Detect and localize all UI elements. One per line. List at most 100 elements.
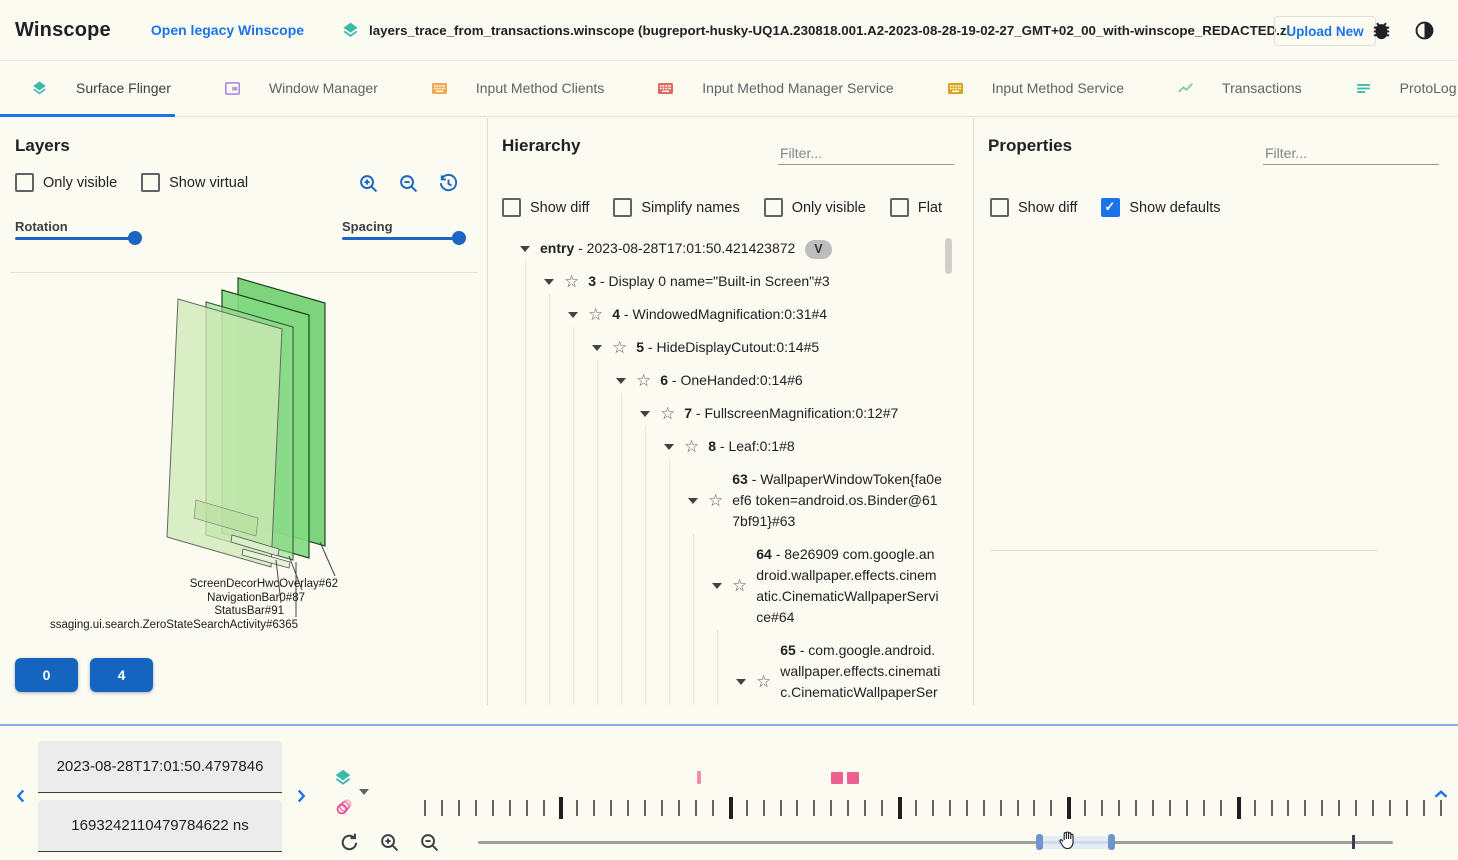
tree-node-63[interactable]: ☆63 - WallpaperWindowToken{fa0eef6 token… [487, 463, 942, 538]
timeline-entry-tick[interactable] [526, 800, 528, 816]
zoom-slider-handle-left[interactable] [1036, 834, 1043, 850]
tab-input-method-manager-service[interactable]: Input Method Manager Service [656, 79, 893, 98]
tree-node-4[interactable]: ☆4 - WindowedMagnification:0:31#4 [487, 298, 942, 331]
timeline-entry-tick[interactable] [1118, 800, 1120, 816]
upload-new-button[interactable]: Upload New [1274, 16, 1376, 46]
tree-node-65[interactable]: ☆65 - com.google.android.wallpaper.effec… [487, 634, 942, 705]
star-icon[interactable]: ☆ [756, 673, 771, 691]
zoom-in-icon[interactable] [378, 831, 401, 854]
checkbox-box[interactable] [502, 198, 521, 217]
timeline-entry-tick[interactable] [1084, 800, 1086, 816]
tree-node-entry[interactable]: entry - 2023-08-28T17:01:50.421423872 V [487, 232, 942, 265]
timeline-entry-tick[interactable] [864, 800, 866, 816]
timeline-entry-tick[interactable] [593, 800, 595, 816]
collapse-caret-icon[interactable] [712, 583, 722, 594]
timeline-entry-tick[interactable] [813, 800, 815, 816]
tab-window-manager[interactable]: Window Manager [223, 79, 378, 98]
collapse-caret-icon[interactable] [520, 246, 530, 257]
checkbox-only-visible[interactable]: Only visible [15, 173, 117, 192]
tree-node-64[interactable]: ☆64 - 8e26909 com.google.android.wallpap… [487, 538, 942, 634]
timeline-entry-tick[interactable] [610, 800, 612, 816]
checkbox-box[interactable] [613, 198, 632, 217]
timeline-entry-tick[interactable] [1135, 800, 1137, 816]
timeline-entry-tick[interactable] [746, 800, 748, 816]
timeline-entry-tick[interactable] [847, 800, 849, 816]
timeline-entry-tick[interactable] [780, 800, 782, 816]
tab-surface-flinger[interactable]: Surface Flinger [30, 79, 171, 98]
spacing-slider[interactable] [342, 237, 465, 240]
collapse-caret-icon[interactable] [664, 444, 674, 455]
timeline-entry-tick[interactable] [509, 800, 511, 816]
tab-input-method-clients[interactable]: Input Method Clients [430, 79, 604, 98]
tab-protolog[interactable]: ProtoLog [1354, 79, 1457, 98]
timeline-entry-tick[interactable] [559, 797, 563, 819]
timeline-entry-tick[interactable] [458, 800, 460, 816]
timeline-entry-tick[interactable] [932, 800, 934, 816]
zoom-in-icon[interactable] [357, 172, 380, 195]
timeline-entry-tick[interactable] [475, 800, 477, 816]
timeline-entry-tick[interactable] [898, 797, 902, 819]
collapse-caret-icon[interactable] [568, 312, 578, 323]
timeline-entry-tick[interactable] [1372, 800, 1374, 816]
checkbox-show-diff[interactable]: Show diff [990, 198, 1077, 217]
tree-node-6[interactable]: ☆6 - OneHanded:0:14#6 [487, 364, 942, 397]
timeline-entry-tick[interactable] [492, 800, 494, 816]
chevron-down-icon[interactable] [359, 789, 369, 800]
collapse-caret-icon[interactable] [640, 411, 650, 422]
checkbox-box[interactable] [890, 198, 909, 217]
properties-filter-input[interactable] [1263, 142, 1439, 165]
layers-icon[interactable] [332, 767, 354, 789]
checkbox-box[interactable] [141, 173, 160, 192]
timeline-entry-tick[interactable] [1203, 800, 1205, 816]
transition-marker[interactable] [847, 772, 859, 784]
checkbox-only-visible[interactable]: Only visible [764, 198, 866, 217]
star-icon[interactable]: ☆ [708, 492, 723, 510]
timeline-zoom-slider[interactable] [478, 841, 1393, 844]
timeline-entry-tick[interactable] [1389, 800, 1391, 816]
timeline-entry-tick[interactable] [441, 800, 443, 816]
timeline-entry-tick[interactable] [830, 800, 832, 816]
transition-icon[interactable] [334, 797, 354, 817]
collapse-caret-icon[interactable] [736, 679, 746, 690]
timeline-entry-tick[interactable] [712, 800, 714, 816]
zoom-out-icon[interactable] [397, 172, 420, 195]
timeline-entry-tick[interactable] [424, 800, 426, 816]
timeline-entry-tick[interactable] [1169, 800, 1171, 816]
timeline-entry-tick[interactable] [644, 800, 646, 816]
transition-marker[interactable] [697, 771, 701, 784]
timeline-entry-tick[interactable] [1304, 800, 1306, 816]
timeline-entry-tick[interactable] [1050, 800, 1052, 816]
collapse-caret-icon[interactable] [592, 345, 602, 356]
tree-node-5[interactable]: ☆5 - HideDisplayCutout:0:14#5 [487, 331, 942, 364]
hierarchy-filter-input[interactable] [778, 142, 954, 165]
transition-marker[interactable] [831, 772, 843, 784]
timeline-entry-tick[interactable] [1406, 800, 1408, 816]
checkbox-show-virtual[interactable]: Show virtual [141, 173, 248, 192]
refresh-icon[interactable] [338, 831, 361, 854]
tree-node-3[interactable]: ☆3 - Display 0 name="Built-in Screen"#3 [487, 265, 942, 298]
display-button-4[interactable]: 4 [90, 658, 153, 692]
timeline-entry-tick[interactable] [1321, 800, 1323, 816]
timeline-entry-tick[interactable] [1152, 800, 1154, 816]
timeline-entry-tick[interactable] [1017, 800, 1019, 816]
timeline-entry-tick[interactable] [763, 800, 765, 816]
timeline-entry-tick[interactable] [1101, 800, 1103, 816]
spacing-slider-handle[interactable] [452, 231, 466, 245]
timeline-entry-tick[interactable] [983, 800, 985, 816]
collapse-caret-icon[interactable] [616, 378, 626, 389]
timeline-entry-tick[interactable] [1338, 800, 1340, 816]
star-icon[interactable]: ☆ [732, 577, 747, 595]
collapse-caret-icon[interactable] [544, 279, 554, 290]
timeline-entry-tick[interactable] [576, 800, 578, 816]
display-button-0[interactable]: 0 [15, 658, 78, 692]
collapse-caret-icon[interactable] [688, 498, 698, 509]
star-icon[interactable]: ☆ [660, 405, 675, 423]
timeline-entry-tick[interactable] [1033, 800, 1035, 816]
timeline-entry-tick[interactable] [1220, 800, 1222, 816]
star-icon[interactable]: ☆ [588, 306, 603, 324]
timeline-entry-tick[interactable] [915, 800, 917, 816]
timeline-entry-tick[interactable] [1271, 800, 1273, 816]
star-icon[interactable]: ☆ [612, 339, 627, 357]
tree-scrollbar[interactable] [945, 238, 952, 274]
zoom-out-icon[interactable] [418, 831, 441, 854]
